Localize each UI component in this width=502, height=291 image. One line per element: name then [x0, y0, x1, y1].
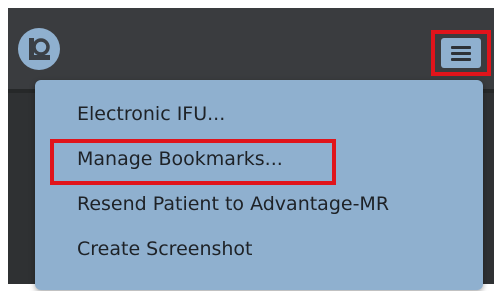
- hamburger-menu-icon-line: [451, 58, 471, 61]
- camera-lens-icon: [29, 38, 50, 60]
- menu-button-highlight: [431, 30, 491, 76]
- hamburger-menu-icon: [451, 46, 471, 49]
- menu-item-electronic-ifu[interactable]: Electronic IFU...: [77, 103, 225, 125]
- hamburger-menu-icon-line: [451, 52, 471, 55]
- app-logo[interactable]: [18, 28, 60, 70]
- menu-item-manage-bookmarks[interactable]: Manage Bookmarks...: [77, 148, 283, 170]
- app-header: [8, 8, 494, 89]
- dropdown-menu: Electronic IFU... Manage Bookmarks... Re…: [35, 80, 483, 290]
- menu-item-resend-patient[interactable]: Resend Patient to Advantage-MR: [77, 193, 389, 215]
- menu-item-create-screenshot[interactable]: Create Screenshot: [77, 238, 253, 260]
- menu-button[interactable]: [441, 38, 481, 68]
